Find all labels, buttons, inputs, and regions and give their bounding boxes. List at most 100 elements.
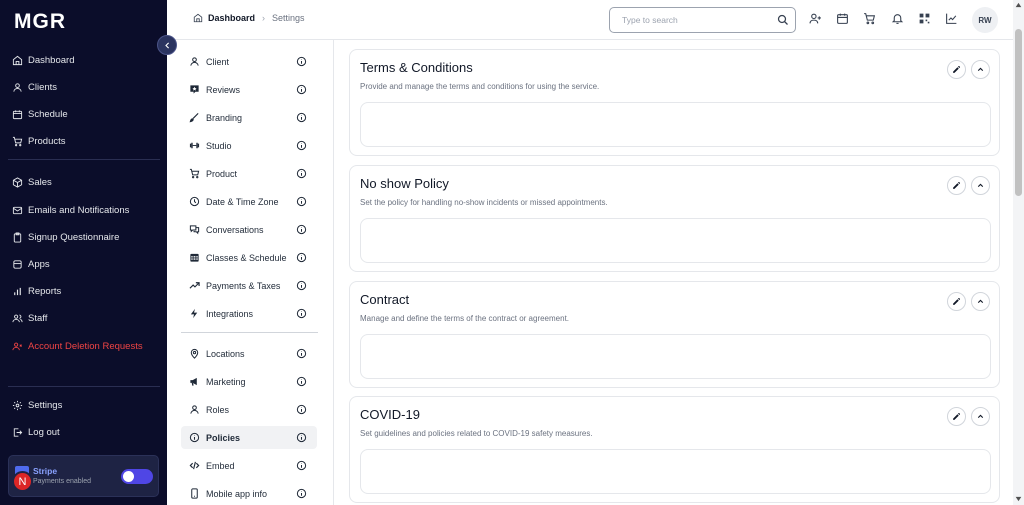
breadcrumb-root[interactable]: Dashboard <box>193 13 255 23</box>
info-icon[interactable] <box>296 56 307 67</box>
sidebar-item-clients[interactable]: Clients <box>12 79 57 95</box>
collapse-button[interactable] <box>971 292 990 311</box>
settings-item-policies[interactable]: Policies <box>181 426 317 449</box>
info-icon[interactable] <box>296 224 307 235</box>
info-icon[interactable] <box>296 112 307 123</box>
avatar[interactable]: RW <box>972 7 998 33</box>
settings-item-embed[interactable]: Embed <box>181 454 317 477</box>
sidebar-item-logout[interactable]: Log out <box>12 424 60 440</box>
settings-item-label: Date & Time Zone <box>206 196 279 207</box>
sidebar-item-reports[interactable]: Reports <box>12 283 61 299</box>
trend-up-icon <box>189 282 200 289</box>
collapse-button[interactable] <box>971 407 990 426</box>
info-icon[interactable] <box>296 308 307 319</box>
edit-button[interactable] <box>947 407 966 426</box>
scroll-up-arrow-icon[interactable] <box>1015 2 1022 8</box>
sidebar-item-label: Emails and Notifications <box>28 204 130 216</box>
chat-icon <box>189 225 200 235</box>
sidebar-item-account-deletion-requests[interactable]: Account Deletion Requests <box>12 338 143 354</box>
notification-badge[interactable]: N <box>12 471 33 492</box>
settings-item-label: Client <box>206 56 230 67</box>
settings-item-integrations[interactable]: Integrations <box>181 302 317 325</box>
collapse-button[interactable] <box>971 176 990 195</box>
megaphone-icon <box>190 377 197 386</box>
sidebar-item-dashboard[interactable]: Dashboard <box>12 52 74 68</box>
scroll-thumb[interactable] <box>1015 29 1022 196</box>
settings-item-label: Conversations <box>206 224 264 235</box>
card-title: Terms & Conditions <box>360 60 473 75</box>
map-pin-icon <box>190 348 199 359</box>
user-plus-icon[interactable] <box>809 12 822 25</box>
info-icon[interactable] <box>296 404 307 415</box>
scrollbar[interactable] <box>1013 0 1024 505</box>
sidebar-item-label: Reports <box>28 285 62 297</box>
calendar-icon[interactable] <box>836 12 849 25</box>
sidebar: MGR Dashboard Clients Schedule Products … <box>0 0 167 505</box>
info-icon[interactable] <box>296 488 307 499</box>
sidebar-item-settings[interactable]: Settings <box>12 397 62 413</box>
app-logo[interactable]: MGR <box>14 10 66 34</box>
info-icon[interactable] <box>296 460 307 471</box>
settings-item-payments-taxes[interactable]: Payments & Taxes <box>181 274 317 297</box>
sidebar-item-schedule[interactable]: Schedule <box>12 106 68 122</box>
cart-icon[interactable] <box>863 12 876 25</box>
stripe-toggle[interactable] <box>121 469 153 484</box>
policy-content-area[interactable] <box>360 449 991 494</box>
sidebar-collapse-button[interactable] <box>157 35 177 55</box>
info-icon[interactable] <box>296 348 307 359</box>
settings-item-locations[interactable]: Locations <box>181 342 317 365</box>
sidebar-item-label: Schedule <box>28 108 68 120</box>
info-icon[interactable] <box>296 376 307 387</box>
collapse-button[interactable] <box>971 60 990 79</box>
scroll-down-arrow-icon[interactable] <box>1015 496 1022 502</box>
info-icon[interactable] <box>296 84 307 95</box>
settings-item-studio[interactable]: Studio <box>181 134 317 157</box>
policy-content-area[interactable] <box>360 102 991 147</box>
chevron-up-icon <box>977 414 984 419</box>
policy-card-no-show: No show Policy Set the policy for handli… <box>349 165 1000 272</box>
settings-item-classes-schedule[interactable]: Classes & Schedule <box>181 246 317 269</box>
calendar-icon <box>12 109 23 119</box>
info-icon[interactable] <box>296 140 307 151</box>
sidebar-item-emails[interactable]: Emails and Notifications <box>12 202 129 218</box>
policy-content-area[interactable] <box>360 334 991 379</box>
settings-item-client[interactable]: Client <box>181 50 317 73</box>
settings-item-product[interactable]: Product <box>181 162 317 185</box>
settings-item-label: Marketing <box>206 376 246 387</box>
search-input[interactable] <box>622 15 772 25</box>
settings-item-conversations[interactable]: Conversations <box>181 218 317 241</box>
settings-item-label: Locations <box>206 348 245 359</box>
edit-button[interactable] <box>947 292 966 311</box>
sidebar-item-products[interactable]: Products <box>12 133 66 149</box>
info-icon[interactable] <box>296 432 307 443</box>
info-icon[interactable] <box>296 196 307 207</box>
search-icon[interactable] <box>777 14 789 26</box>
info-icon[interactable] <box>296 252 307 263</box>
settings-item-mobile-app-info[interactable]: Mobile app info <box>181 482 317 505</box>
settings-item-roles[interactable]: Roles <box>181 398 317 421</box>
sidebar-item-label: Sales <box>28 176 52 188</box>
review-icon <box>190 85 199 94</box>
edit-button[interactable] <box>947 176 966 195</box>
settings-item-marketing[interactable]: Marketing <box>181 370 317 393</box>
settings-item-branding[interactable]: Branding <box>181 106 317 129</box>
settings-item-label: Studio <box>206 140 232 151</box>
sidebar-item-apps[interactable]: Apps <box>12 256 50 272</box>
sidebar-item-signup-questionnaire[interactable]: Signup Questionnaire <box>12 229 119 245</box>
settings-item-date-time-zone[interactable]: Date & Time Zone <box>181 190 317 213</box>
bell-icon[interactable] <box>891 12 904 25</box>
breadcrumb-root-label: Dashboard <box>208 13 256 23</box>
sidebar-item-label: Staff <box>28 312 48 324</box>
chevron-up-icon <box>977 183 984 188</box>
top-bar: Dashboard › Settings RW <box>167 0 1013 40</box>
info-icon[interactable] <box>296 280 307 291</box>
sidebar-item-staff[interactable]: Staff <box>12 310 47 326</box>
settings-item-reviews[interactable]: Reviews <box>181 78 317 101</box>
policy-content-area[interactable] <box>360 218 991 263</box>
qr-code-icon[interactable] <box>918 12 931 25</box>
edit-button[interactable] <box>947 60 966 79</box>
trend-chart-icon[interactable] <box>945 12 958 25</box>
phone-icon <box>191 488 198 499</box>
sidebar-item-sales[interactable]: Sales <box>12 174 52 190</box>
info-icon[interactable] <box>296 168 307 179</box>
